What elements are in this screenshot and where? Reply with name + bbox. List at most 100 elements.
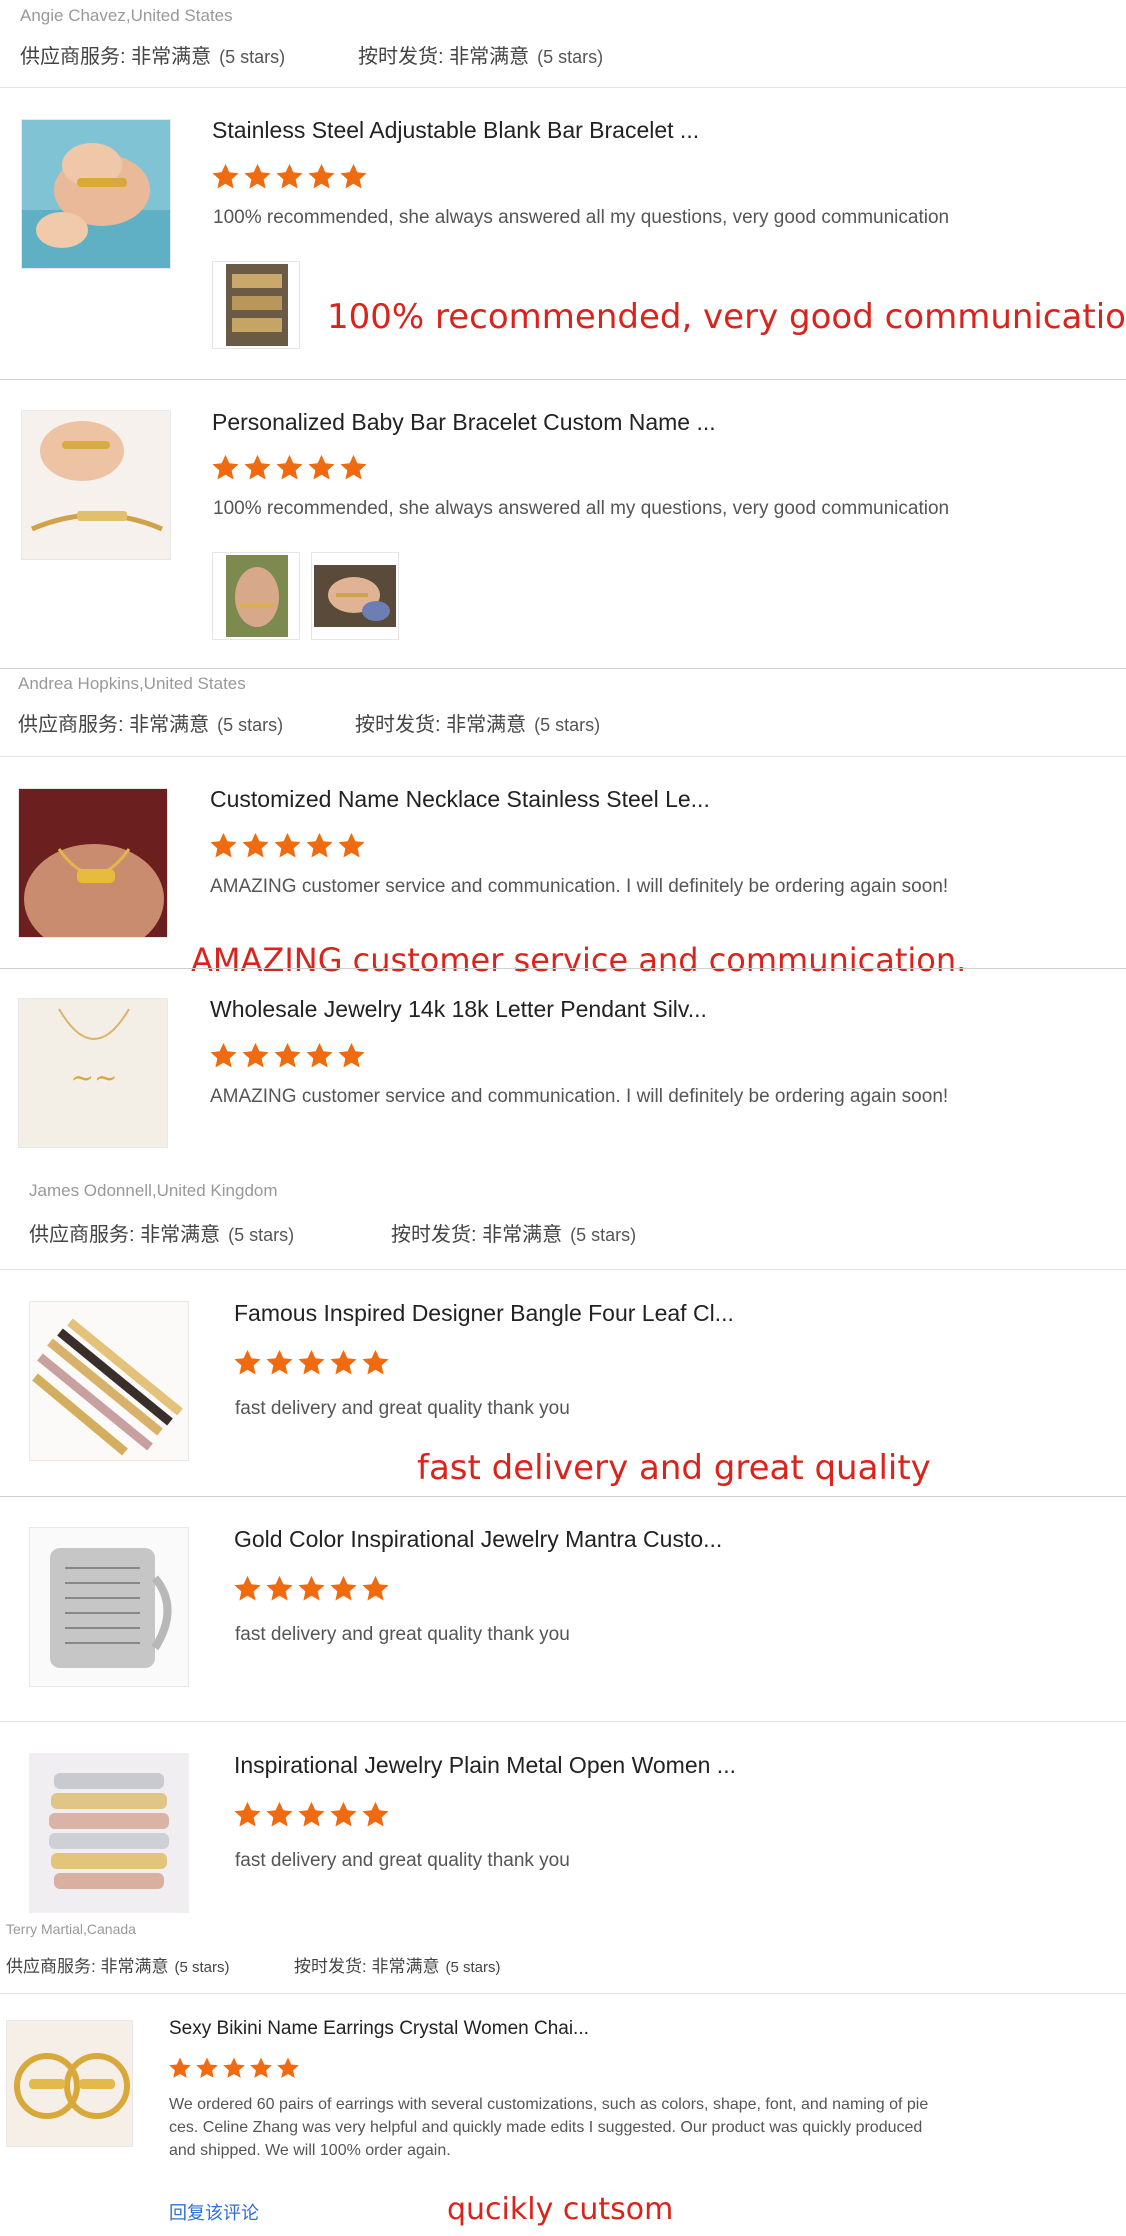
on-time-delivery-rating: 按时发货: 非常满意 (5 stars) [358,40,603,69]
annotation-text: AMAZING customer service and communicati… [191,941,967,979]
reply-link[interactable]: 回复该评论 [169,2199,259,2225]
supplier-service-label: 供应商服务: 非常满意 [6,1957,169,1976]
review-comment: fast delivery and great quality thank yo… [235,1624,570,1645]
product-image[interactable] [21,119,171,269]
star-icon [196,2057,218,2078]
review-comment: fast delivery and great quality thank yo… [235,1850,570,1871]
review-comment: 100% recommended, she always answered al… [213,498,950,519]
on-time-delivery-label: 按时发货: 非常满意 [294,1957,440,1976]
star-icon [340,454,367,480]
product-image[interactable]: ~~ [18,998,168,1148]
on-time-delivery-rating: 按时发货: 非常满意 (5 stars) [391,1218,636,1247]
divider [0,756,1126,757]
review-comment: fast delivery and great quality thank yo… [235,1398,570,1419]
star-icon [223,2057,245,2078]
star-icon [234,1349,261,1375]
star-icon [212,454,239,480]
product-image[interactable] [29,1753,189,1913]
divider [0,668,1126,669]
product-title[interactable]: Personalized Baby Bar Bracelet Custom Na… [212,409,716,436]
product-title[interactable]: Sexy Bikini Name Earrings Crystal Women … [169,2018,589,2040]
supplier-service-rating: 供应商服务: 非常满意 (5 stars) [18,708,283,737]
star-icon [242,1042,269,1068]
annotation-text: qucikly cutsom [447,2192,674,2227]
star-icon [244,163,271,189]
star-icon [234,1801,261,1827]
stars-note: (5 stars) [537,47,604,67]
on-time-delivery-label: 按时发货: 非常满意 [358,46,530,68]
review-comment-line: We ordered 60 pairs of earrings with sev… [169,2096,929,2113]
review-comment: AMAZING customer service and communicati… [210,1086,949,1107]
divider [0,1269,1126,1270]
star-rating [209,831,366,860]
supplier-service-label: 供应商服务: 非常满意 [20,46,212,68]
product-title[interactable]: Customized Name Necklace Stainless Steel… [210,786,710,813]
star-icon [276,163,303,189]
star-icon [298,1349,325,1375]
star-icon [306,1042,333,1068]
star-rating [233,1800,390,1829]
star-icon [210,832,237,858]
divider [0,1496,1126,1497]
star-icon [330,1349,357,1375]
baby-bracelet-photo [22,120,170,268]
divider [0,1721,1126,1722]
product-title[interactable]: Gold Color Inspirational Jewelry Mantra … [234,1526,722,1553]
star-icon [362,1349,389,1375]
photo-thumbnail [314,565,396,627]
supplier-service-label: 供应商服务: 非常满意 [18,714,210,736]
star-icon [362,1801,389,1827]
bar-bracelet-photo [22,411,170,559]
supplier-service-rating: 供应商服务: 非常满意 (5 stars) [20,40,285,69]
star-rating [233,1574,390,1603]
stars-note: (5 stars) [174,1959,230,1976]
mantra-cuff-photo [30,1528,188,1686]
letter-pendant-photo: ~~ [19,999,167,1147]
product-image[interactable] [29,1301,189,1461]
supplier-service-rating: 供应商服务: 非常满意 (5 stars) [6,1952,229,1977]
product-title[interactable]: Inspirational Jewelry Plain Metal Open W… [234,1752,736,1779]
star-icon [169,2057,191,2078]
star-icon [212,163,239,189]
product-title[interactable]: Stainless Steel Adjustable Blank Bar Bra… [212,117,699,144]
star-icon [242,832,269,858]
bangle-stack-photo [30,1302,188,1460]
star-icon [266,1349,293,1375]
hoop-earrings-photo [7,2021,132,2146]
on-time-delivery-label: 按时发货: 非常满意 [355,714,527,736]
stars-note: (5 stars) [228,1225,295,1245]
review-photo[interactable] [212,261,300,349]
stars-note: (5 stars) [445,1959,501,1976]
review-comment: 100% recommended, she always answered al… [213,207,950,228]
name-necklace-photo [19,789,167,937]
stars-note: (5 stars) [570,1225,637,1245]
star-icon [362,1575,389,1601]
product-image[interactable] [18,788,168,938]
star-icon [210,1042,237,1068]
star-icon [276,454,303,480]
open-cuff-photo [29,1753,189,1913]
reviewer-name: Andrea Hopkins,United States [18,674,246,693]
stars-note: (5 stars) [219,47,286,67]
star-icon [266,1575,293,1601]
divider [0,968,1126,969]
review-photo[interactable] [212,552,300,640]
review-photo[interactable] [311,552,399,640]
divider [0,1993,1126,1994]
star-icon [274,832,301,858]
supplier-service-rating: 供应商服务: 非常满意 (5 stars) [29,1218,294,1247]
star-icon [277,2057,299,2078]
star-icon [330,1575,357,1601]
star-icon [340,163,367,189]
annotation-text: fast delivery and great quality [417,1448,931,1488]
review-comment: AMAZING customer service and communicati… [210,876,949,897]
product-title[interactable]: Famous Inspired Designer Bangle Four Lea… [234,1300,734,1327]
review-comment-line: ces. Celine Zhang was very helpful and q… [169,2119,923,2136]
star-icon [274,1042,301,1068]
product-image[interactable] [6,2020,133,2147]
star-rating [168,2056,300,2080]
product-image[interactable] [21,410,171,560]
on-time-delivery-label: 按时发货: 非常满意 [391,1224,563,1246]
product-title[interactable]: Wholesale Jewelry 14k 18k Letter Pendant… [210,996,707,1023]
product-image[interactable] [29,1527,189,1687]
